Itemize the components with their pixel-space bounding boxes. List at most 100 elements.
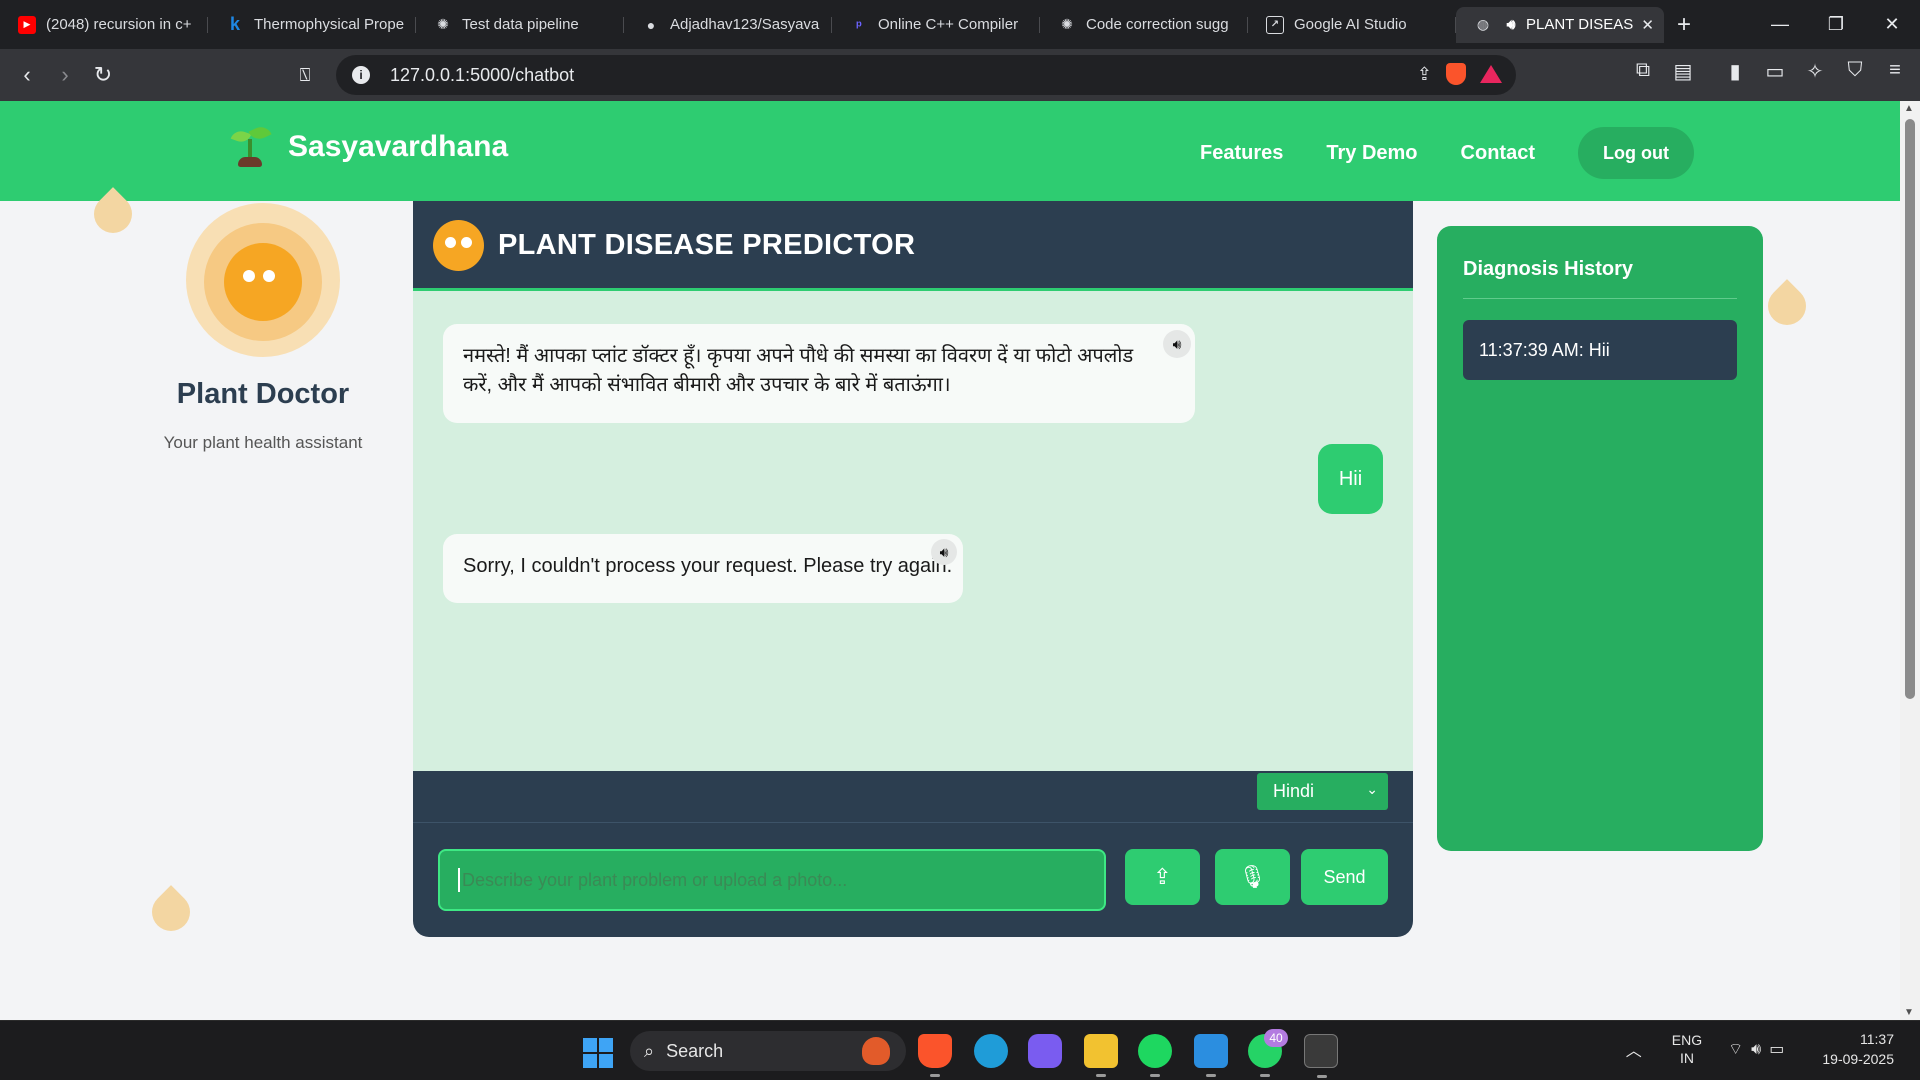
- tab-title: Thermophysical Prope: [254, 16, 405, 33]
- language-row: Hindi ⌄: [413, 771, 1413, 823]
- windows-taskbar: ⌕ Search 40 ︿ ENG IN ⌔🔊︎▭ 11:37 19-09-20…: [0, 1020, 1920, 1080]
- toolbar-actions: ⧉ ▤ ▮ ▭ ✧ ⛉ ≡: [1630, 59, 1908, 84]
- bookmark-icon[interactable]: ⍂: [286, 56, 324, 94]
- tab-title: PLANT DISEAS: [1526, 16, 1634, 33]
- web-page: Sasyavardhana Features Try Demo Contact …: [0, 101, 1900, 1020]
- taskbar-search[interactable]: ⌕ Search: [630, 1031, 906, 1071]
- site-info-icon[interactable]: i: [352, 66, 370, 84]
- browser-tab-bar: ▶ (2048) recursion in c+ k Thermophysica…: [0, 0, 1920, 49]
- tab-title: Adjadhav123/Sasyava: [670, 16, 820, 33]
- tab-close-icon[interactable]: ✕: [1641, 16, 1654, 34]
- message-input-placeholder: Describe your plant problem or upload a …: [462, 869, 848, 890]
- forward-icon[interactable]: ›: [46, 56, 84, 94]
- restore-icon[interactable]: ❐: [1808, 0, 1864, 49]
- lang-line1: ENG: [1671, 1032, 1703, 1048]
- browser-tab[interactable]: ● Adjadhav123/Sasyava: [624, 7, 832, 43]
- bot-message-text: Sorry, I couldn't process your request. …: [463, 555, 953, 577]
- brave-shields-icon[interactable]: [1446, 63, 1466, 85]
- minimize-icon[interactable]: —: [1752, 0, 1808, 49]
- nav-link-features[interactable]: Features: [1200, 142, 1283, 165]
- tray-overflow-icon[interactable]: ︿: [1626, 1037, 1642, 1061]
- system-tray: ︿ ENG IN ⌔🔊︎▭ 11:37 19-09-2025: [1626, 1029, 1894, 1069]
- sprout-logo-icon: [230, 123, 272, 169]
- lang-line2: IN: [1679, 1050, 1694, 1066]
- github-icon: ●: [646, 16, 656, 33]
- edge-icon[interactable]: [974, 1034, 1008, 1068]
- browser-tab[interactable]: ▶ (2048) recursion in c+: [0, 7, 208, 43]
- battery-icon: ▭: [1769, 1041, 1793, 1058]
- clock-date: 19-09-2025: [1822, 1051, 1894, 1067]
- nav-link-contact[interactable]: Contact: [1461, 142, 1535, 165]
- menu-icon[interactable]: ≡: [1882, 59, 1908, 84]
- avatar-face: [224, 243, 302, 321]
- bot-message-text: नमस्ते! मैं आपका प्लांट डॉक्टर हूँ। कृपय…: [463, 345, 1134, 396]
- bot-face-icon: [433, 220, 484, 271]
- droplet-decoration: [144, 885, 198, 939]
- new-tab-icon[interactable]: +: [1664, 11, 1704, 39]
- language-select-value: Hindi: [1273, 781, 1315, 801]
- microphone-button[interactable]: 🎙︎: [1215, 849, 1290, 905]
- address-bar[interactable]: i 127.0.0.1:5000/chatbot ⇪: [336, 55, 1516, 95]
- file-explorer-icon[interactable]: [1084, 1034, 1118, 1077]
- language-select[interactable]: Hindi ⌄: [1257, 773, 1388, 810]
- site-navbar: Sasyavardhana Features Try Demo Contact …: [0, 101, 1900, 201]
- extensions-icon[interactable]: ⧉: [1630, 59, 1656, 84]
- openai-icon: ✺: [437, 16, 449, 32]
- send-button[interactable]: Send: [1301, 849, 1388, 905]
- input-language[interactable]: ENG IN: [1672, 1031, 1702, 1067]
- tab-title: (2048) recursion in c+: [46, 16, 192, 33]
- logout-button[interactable]: Log out: [1577, 127, 1694, 179]
- copilot-icon[interactable]: [1028, 1034, 1062, 1068]
- site-brand[interactable]: Sasyavardhana: [230, 123, 508, 169]
- page-scrollbar[interactable]: ▲ ▼: [1900, 101, 1920, 1020]
- browser-tab[interactable]: ᵖ Online C++ Compiler: [832, 7, 1040, 43]
- browser-tab[interactable]: k Thermophysical Prope: [208, 7, 416, 43]
- terminal-icon[interactable]: [1304, 1034, 1338, 1078]
- bot-message: Sorry, I couldn't process your request. …: [443, 534, 963, 603]
- tab-title: Test data pipeline: [462, 16, 579, 33]
- sidebar-icon[interactable]: ▮: [1722, 59, 1748, 84]
- brave-browser-icon[interactable]: [918, 1034, 952, 1077]
- spotify-icon[interactable]: [1138, 1034, 1172, 1077]
- share-icon[interactable]: ⇪: [1417, 64, 1432, 85]
- browser-tab[interactable]: ↗ Google AI Studio: [1248, 7, 1456, 43]
- history-item[interactable]: 11:37:39 AM: Hii: [1463, 320, 1737, 380]
- reader-icon[interactable]: ▤: [1670, 59, 1696, 84]
- reload-icon[interactable]: ↻: [84, 56, 122, 94]
- close-window-icon[interactable]: ✕: [1864, 0, 1920, 49]
- tab-title: Online C++ Compiler: [878, 16, 1019, 33]
- message-input[interactable]: Describe your plant problem or upload a …: [438, 849, 1106, 911]
- scroll-down-icon[interactable]: ▼: [1904, 1007, 1914, 1018]
- speaker-icon[interactable]: 🔊︎: [1163, 330, 1191, 358]
- bot-message: नमस्ते! मैं आपका प्लांट डॉक्टर हूँ। कृपय…: [443, 324, 1195, 423]
- leo-ai-icon[interactable]: ✧: [1802, 59, 1828, 84]
- tab-title: Google AI Studio: [1294, 16, 1407, 33]
- windows-start-icon[interactable]: [583, 1038, 613, 1068]
- browser-tab[interactable]: ✺ Test data pipeline: [416, 7, 624, 43]
- clock-time: 11:37: [1860, 1031, 1894, 1047]
- globe-icon: ◍: [1476, 16, 1490, 32]
- user-message: Hii: [1318, 444, 1383, 514]
- clock[interactable]: 11:37 19-09-2025: [1822, 1029, 1894, 1069]
- browser-toolbar: ‹ › ↻ ⍂ i 127.0.0.1:5000/chatbot ⇪ ⧉ ▤ ▮…: [0, 49, 1920, 101]
- vpn-icon[interactable]: ⛉: [1842, 59, 1868, 84]
- scrollbar-thumb[interactable]: [1905, 119, 1915, 699]
- scroll-up-icon[interactable]: ▲: [1904, 103, 1914, 114]
- tray-status-icons[interactable]: ⌔🔊︎▭: [1728, 1039, 1792, 1059]
- openai-icon: ✺: [1061, 16, 1073, 32]
- vscode-icon[interactable]: [1194, 1034, 1228, 1077]
- browser-tab[interactable]: ✺ Code correction sugg: [1040, 7, 1248, 43]
- diagnosis-history-panel: Diagnosis History 11:37:39 AM: Hii: [1437, 226, 1763, 851]
- browser-tab-active[interactable]: ◍ 🔊︎ PLANT DISEAS ✕: [1456, 6, 1664, 43]
- tab-title: Code correction sugg: [1086, 16, 1229, 33]
- nav-link-try-demo[interactable]: Try Demo: [1326, 142, 1417, 165]
- back-icon[interactable]: ‹: [8, 56, 46, 94]
- wallet-icon[interactable]: ▭: [1762, 59, 1788, 84]
- text-caret: [458, 868, 460, 892]
- chat-input-row: Describe your plant problem or upload a …: [413, 823, 1413, 937]
- profile-subtitle: Your plant health assistant: [163, 433, 363, 452]
- brave-rewards-icon[interactable]: [1480, 65, 1502, 83]
- microphone-icon: 🎙︎: [1238, 864, 1267, 889]
- speaker-icon[interactable]: 🔊︎: [931, 539, 957, 565]
- upload-button[interactable]: ⇪: [1125, 849, 1200, 905]
